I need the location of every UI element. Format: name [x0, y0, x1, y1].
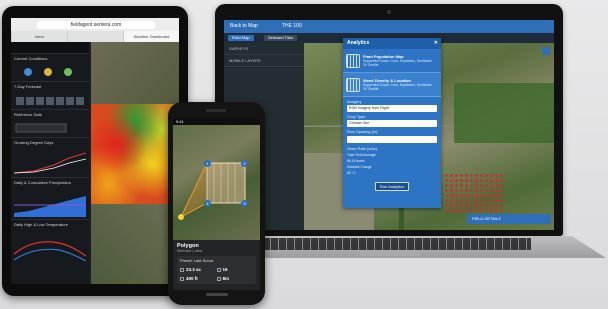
subtotal-value: $0 / 0: [347, 171, 356, 175]
stat-time: 8m: [216, 274, 254, 283]
preset-card[interactable]: Preset: Late Scout 23.3 ac 16 400 ft 8m: [177, 256, 256, 284]
sidebar-item-mobile-layers[interactable]: MOBILE LAYERS: [224, 55, 304, 67]
tablet-map[interactable]: [91, 42, 179, 284]
mission-title: Polygon: [177, 243, 199, 249]
field-name: THE 100: [282, 23, 302, 29]
trackpad: [360, 250, 420, 256]
panel-label: Daily & Cumulative Precipitation: [14, 180, 71, 185]
option-extra: 20 Credits: [363, 87, 379, 91]
analytics-header: Analytics ✕: [343, 38, 441, 49]
home-indicator: [206, 293, 228, 296]
camera-icon: [387, 10, 391, 14]
panel-label: 7-Day Forecast: [14, 84, 42, 89]
analytics-option[interactable]: Weed Density & Location Supported Crops:…: [343, 73, 441, 97]
stat-images: 16: [216, 265, 254, 274]
panel-label: Current Conditions: [14, 56, 48, 61]
yield-heatmap: [91, 104, 179, 204]
back-to-map-link[interactable]: Back to Map: [230, 20, 258, 33]
waypoint-marker[interactable]: 1: [204, 160, 211, 167]
weather-panel[interactable]: 7-Day Forecast: [11, 82, 89, 110]
plant-population-icon: [346, 53, 360, 68]
grid-icon: [216, 267, 221, 272]
option-extra: 20 Credits: [363, 63, 379, 67]
weather-panel[interactable]: Daily High & Low Temperature: [11, 220, 89, 264]
selected-tiles-button[interactable]: Selected Tiles: [264, 35, 297, 41]
laptop-screen: Back to Map THE 100 Field Map Selected T…: [224, 20, 554, 230]
precipitation-chart: [14, 196, 86, 217]
stat-area: 23.3 ac: [180, 265, 217, 274]
flight-plan-map[interactable]: 1 2 3 4: [173, 125, 260, 240]
reference-date-field: [15, 123, 67, 133]
sidebar-item-surveys[interactable]: SURVEYS: [224, 43, 304, 55]
row-spacing-label: Row Spacing (in): [347, 129, 378, 134]
stat-value: 8m: [222, 276, 230, 281]
mission-stats: 23.3 ac 16 400 ft 8m: [180, 265, 253, 283]
laptop-device: Back to Map THE 100 Field Map Selected T…: [215, 4, 563, 236]
forecast-chart: [16, 97, 84, 105]
stat-altitude: 400 ft: [180, 274, 217, 283]
crop-type-select[interactable]: Choose One: [347, 120, 437, 127]
speaker-grille: [206, 109, 226, 112]
weather-panel[interactable]: Growing Degree Days: [11, 138, 89, 178]
stat-value: 23.3 ac: [186, 267, 202, 272]
field-map-button[interactable]: Field Map: [228, 35, 254, 41]
weed-density-icon: [346, 77, 360, 92]
seed-rate-label: Seed Rate (s/ac): [347, 146, 378, 151]
satellite-field: [91, 204, 179, 284]
waypoint-marker[interactable]: 2: [241, 160, 248, 167]
analytics-option[interactable]: Plant Population Map Supported Crops: Co…: [343, 49, 441, 73]
tablet-screen: fieldagent.sentera.com Inbox Weather Das…: [11, 18, 179, 284]
altitude-icon: [180, 276, 184, 281]
browser-tab-active[interactable]: Weather Dashboard: [123, 31, 179, 42]
panel-label: Growing Degree Days: [14, 140, 54, 145]
weather-panel[interactable]: Reference Date: [11, 110, 89, 138]
close-icon[interactable]: ✕: [434, 38, 438, 49]
temperature-chart: [14, 241, 86, 262]
app-topbar: Back to Map THE 100: [224, 20, 554, 33]
weed-markers: [444, 173, 504, 213]
tablet-device: fieldagent.sentera.com Inbox Weather Das…: [2, 6, 188, 296]
weather-panel[interactable]: Daily & Cumulative Precipitation: [11, 178, 89, 220]
preset-title: Preset: Late Scout: [180, 258, 213, 263]
sidebar-header: [11, 42, 89, 54]
conditions-chart: [24, 68, 72, 76]
area-icon: [180, 267, 184, 272]
status-bar: 9:41: [173, 118, 260, 125]
time-icon: [216, 276, 221, 281]
waypoint-marker[interactable]: 4: [204, 200, 211, 207]
crop-type-label: Crop Type: [347, 114, 366, 119]
mission-panel: Polygon Selected 1 area Preset: Late Sco…: [173, 240, 260, 290]
stat-value: 400 ft: [186, 276, 198, 281]
waypoint-marker[interactable]: 3: [241, 200, 248, 207]
browser-tabs: Inbox Weather Dashboard: [11, 31, 179, 42]
mission-subtitle: Selected 1 area: [177, 249, 203, 253]
weather-panel[interactable]: Current Conditions: [11, 54, 89, 82]
field-details-bar[interactable]: FIELD DETAILS: [467, 214, 551, 224]
url-bar[interactable]: fieldagent.sentera.com: [37, 21, 155, 29]
gdd-chart: [14, 152, 86, 174]
browser-chrome: fieldagent.sentera.com Inbox Weather Das…: [11, 18, 179, 42]
crop-field: [454, 83, 554, 143]
row-spacing-inputs: [347, 136, 437, 143]
flight-polygon: [178, 162, 246, 220]
phone-screen: 9:41 1 2 3 4 Polygon Selected 1 area Pre…: [173, 118, 260, 290]
browser-tab[interactable]: [67, 31, 123, 42]
weather-sidebar: Current Conditions 7-Day Forecast Refere…: [11, 42, 89, 284]
analytics-panel: Analytics ✕ Plant Population Map Support…: [343, 38, 441, 208]
panel-label: Daily High & Low Temperature: [14, 222, 68, 227]
run-analytics-button[interactable]: Run Analytics: [375, 182, 409, 191]
row-spacing-input[interactable]: [347, 136, 437, 143]
browser-tab[interactable]: Inbox: [11, 31, 67, 42]
phone-device: 9:41 1 2 3 4 Polygon Selected 1 area Pre…: [168, 102, 265, 305]
map-tool-icon[interactable]: [542, 47, 550, 55]
imagery-label: Imagery: [347, 99, 362, 104]
stat-value: 16: [222, 267, 228, 272]
satellite-field: [91, 42, 179, 104]
keyboard: [255, 238, 531, 250]
analytics-title: Analytics: [347, 40, 370, 46]
imagery-select[interactable]: RGB Imagery from Flight: [347, 105, 437, 112]
panel-label: Reference Date: [14, 112, 43, 117]
option-text: Weed Density & Location Supported Crops:…: [363, 78, 432, 91]
option-text: Plant Population Map Supported Crops: Co…: [363, 54, 432, 67]
